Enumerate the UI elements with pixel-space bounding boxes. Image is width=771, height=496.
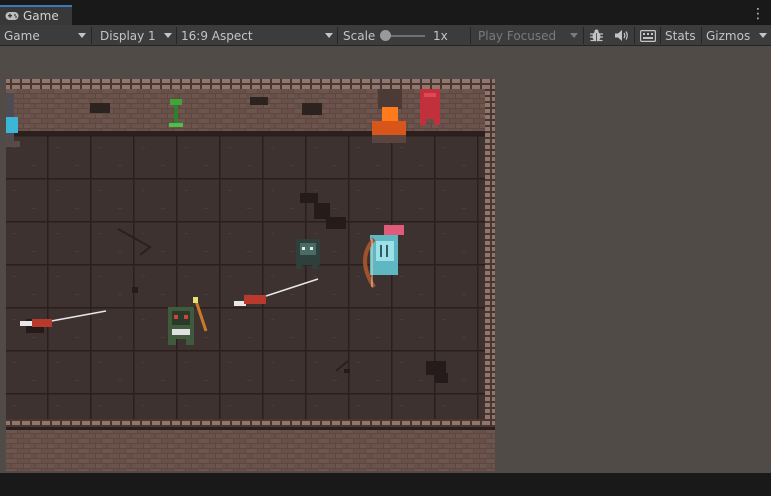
ghost-enemy <box>296 239 320 269</box>
display-select-label: Display 1 <box>100 28 156 43</box>
mode-select[interactable]: Game <box>0 25 90 46</box>
bug-icon <box>590 29 603 42</box>
chevron-down-icon <box>570 33 578 38</box>
display-select[interactable]: Display 1 <box>96 25 176 46</box>
gizmos-label: Gizmos <box>706 28 751 43</box>
toolbar-divider <box>337 27 338 44</box>
toolbar-divider <box>91 27 92 44</box>
chevron-down-icon <box>164 33 172 38</box>
gizmos-select[interactable]: Gizmos <box>702 25 771 46</box>
stats-label: Stats <box>665 28 696 43</box>
aspect-select-label: 16:9 Aspect <box>181 28 253 43</box>
scale-label: Scale <box>339 25 379 46</box>
kebab-menu-icon[interactable]: ⋮ <box>751 6 765 22</box>
bug-button[interactable] <box>586 25 608 46</box>
game-toolbar: Game Display 1 16:9 Aspect Scale 1x Play… <box>0 25 771 46</box>
stats-button[interactable]: Stats <box>661 25 701 46</box>
tab-game[interactable]: Game <box>0 5 72 25</box>
play-mode-select-label: Play Focused <box>478 28 557 43</box>
chevron-down-icon <box>78 33 86 38</box>
play-mode-select[interactable]: Play Focused <box>474 25 582 46</box>
scale-slider-thumb[interactable] <box>380 30 391 41</box>
status-bar <box>0 473 771 496</box>
scale-value: 1x <box>429 25 459 46</box>
tab-bar: Game ⋮ <box>0 0 771 25</box>
game-render[interactable] <box>6 79 495 471</box>
mute-audio-button[interactable] <box>611 25 633 46</box>
keyboard-shortcuts-button[interactable] <box>637 25 659 46</box>
toolbar-divider <box>634 27 635 44</box>
scale-label-text: Scale <box>343 28 376 43</box>
toolbar-divider <box>583 27 584 44</box>
dungeon-scene <box>6 79 495 471</box>
game-viewport[interactable] <box>0 46 771 473</box>
scale-value-text: 1x <box>433 28 448 43</box>
keyboard-icon <box>640 29 656 42</box>
aspect-select[interactable]: 16:9 Aspect <box>177 25 337 46</box>
chevron-down-icon <box>325 33 333 38</box>
chevron-down-icon <box>759 33 767 38</box>
mode-select-label: Game <box>4 28 40 43</box>
gamepad-icon <box>5 12 19 20</box>
speaker-icon <box>615 30 628 41</box>
toolbar-divider <box>470 27 471 44</box>
tab-label: Game <box>23 9 59 23</box>
